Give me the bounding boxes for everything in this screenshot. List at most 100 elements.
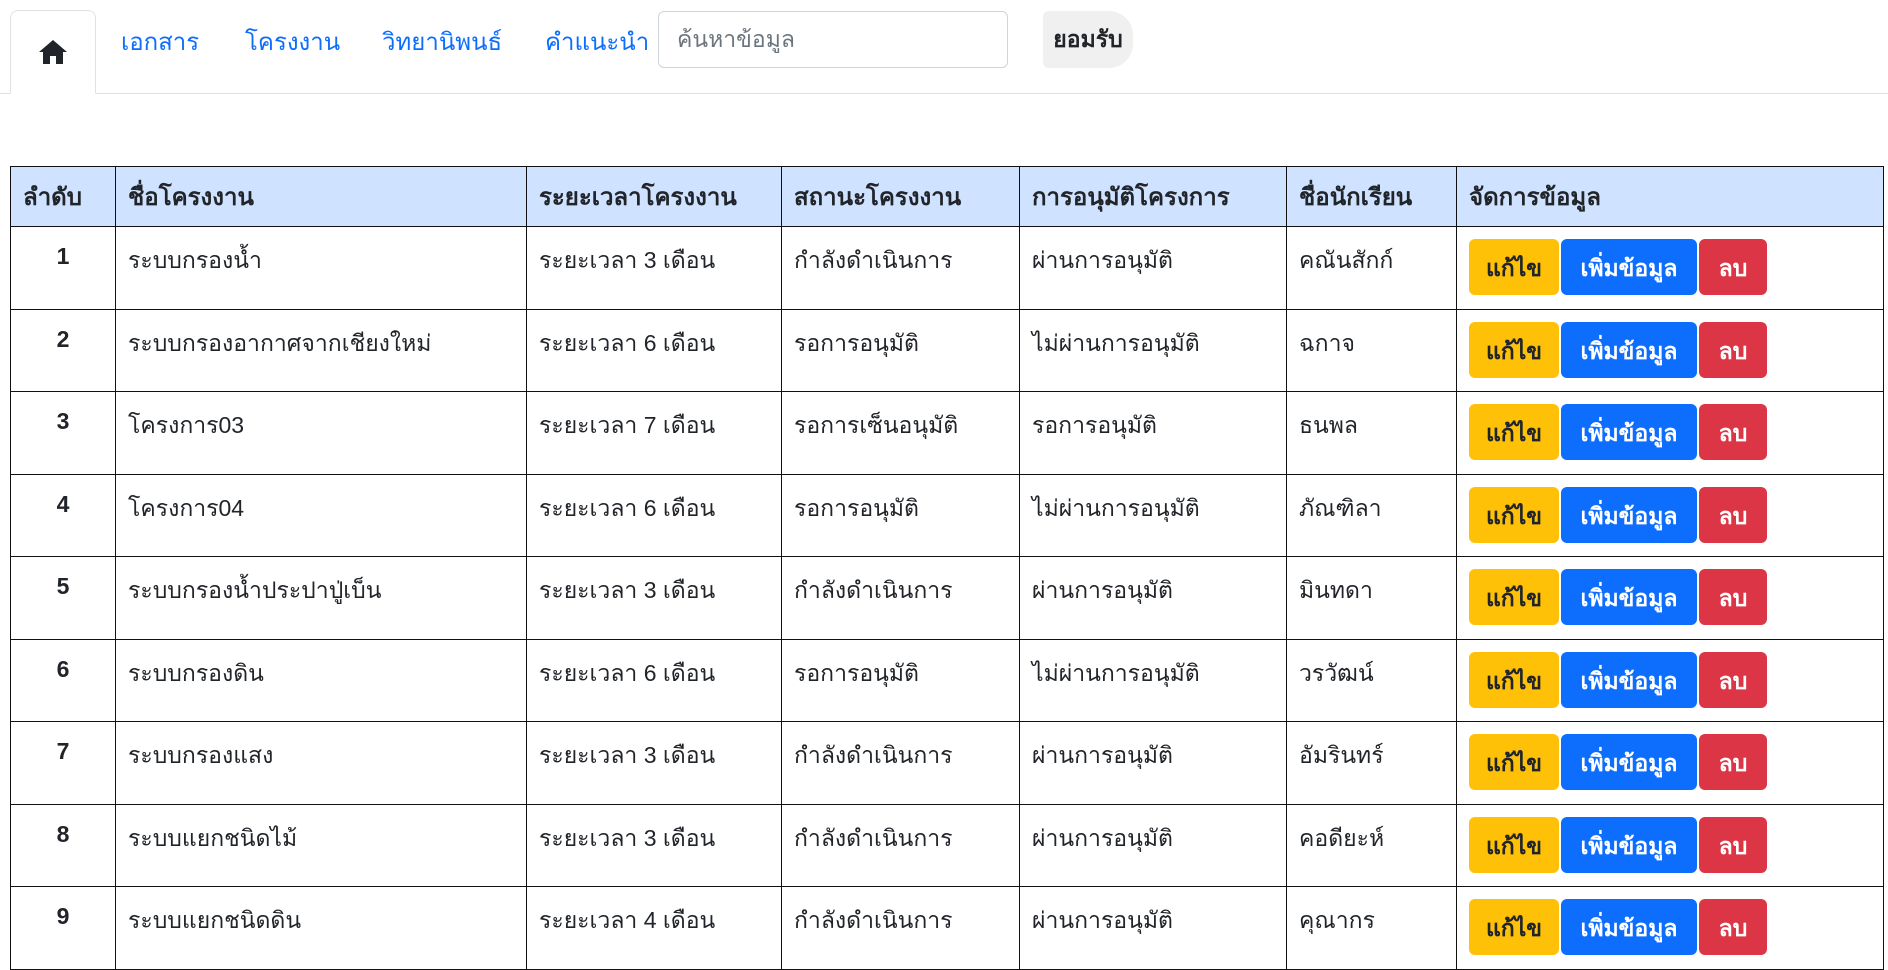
edit-button[interactable]: แก้ไข [1469, 651, 1559, 708]
edit-button[interactable]: แก้ไข [1469, 734, 1559, 790]
cell-status: กำลังดำเนินการ [781, 556, 1020, 640]
home-icon [39, 40, 67, 64]
delete-button[interactable]: ลบ [1699, 239, 1767, 295]
cell-duration: ระยะเวลา 3 เดือน [526, 803, 782, 887]
cell-approval: ผ่านการอนุมัติ [1019, 886, 1287, 970]
add-data-button[interactable]: เพิ่มข้อมูล [1561, 651, 1697, 708]
add-data-button[interactable]: เพิ่มข้อมูล [1561, 486, 1697, 543]
cell-student: มินทดา [1286, 556, 1457, 640]
add-data-button[interactable]: เพิ่มข้อมูล [1561, 734, 1697, 790]
add-data-button[interactable]: เพิ่มข้อมูล [1561, 321, 1697, 378]
accept-button[interactable]: ยอมรับ [1043, 11, 1133, 68]
cell-duration: ระยะเวลา 3 เดือน [526, 556, 782, 640]
search-input[interactable] [658, 11, 1008, 68]
cell-duration: ระยะเวลา 7 เดือน [526, 391, 782, 475]
edit-button[interactable]: แก้ไข [1469, 569, 1559, 625]
cell-project-name: ระบบกรองน้ำ [115, 226, 527, 310]
header-duration: ระยะเวลาโครงงาน [526, 166, 782, 227]
cell-duration: ระยะเวลา 3 เดือน [526, 226, 782, 310]
delete-button[interactable]: ลบ [1699, 569, 1767, 625]
delete-button[interactable]: ลบ [1699, 816, 1767, 873]
table-row: 5 ระบบกรองน้ำประปาปู่เบ็น ระยะเวลา 3 เดือน… [10, 556, 1884, 640]
cell-student: คณันสักก์ [1286, 226, 1457, 310]
cell-duration: ระยะเวลา 6 เดือน [526, 473, 782, 557]
delete-button[interactable]: ลบ [1699, 899, 1767, 955]
cell-actions: แก้ไข เพิ่มข้อมูล ลบ [1456, 226, 1884, 310]
table-row: 9 ระบบแยกชนิดดิน ระยะเวลา 4 เดือน กำลังดำเน… [10, 886, 1884, 970]
cell-status: รอการอนุมัติ [781, 308, 1020, 392]
cell-approval: ไม่ผ่านการอนุมัติ [1019, 308, 1287, 392]
cell-duration: ระยะเวลา 6 เดือน [526, 308, 782, 392]
cell-student: ธนพล [1286, 391, 1457, 475]
cell-duration: ระยะเวลา 3 เดือน [526, 721, 782, 805]
cell-duration: ระยะเวลา 6 เดือน [526, 638, 782, 722]
cell-no: 6 [10, 638, 116, 722]
delete-button[interactable]: ลบ [1699, 404, 1767, 460]
nav-link-documents[interactable]: เอกสาร [121, 26, 199, 60]
cell-approval: ผ่านการอนุมัติ [1019, 226, 1287, 310]
cell-status: กำลังดำเนินการ [781, 226, 1020, 310]
header-student: ชื่อนักเรียน [1286, 166, 1457, 227]
table-row: 8 ระบบแยกชนิดไม้ ระยะเวลา 3 เดือน กำลังดำเน… [10, 803, 1884, 887]
delete-button[interactable]: ลบ [1699, 321, 1767, 378]
cell-status: รอการเซ็นอนุมัติ [781, 391, 1020, 475]
edit-button[interactable]: แก้ไข [1469, 321, 1559, 378]
table-row: 3 โครงการ03 ระยะเวลา 7 เดือน รอการเซ็นอนุมั… [10, 391, 1884, 475]
cell-student: คุณากร [1286, 886, 1457, 970]
cell-status: กำลังดำเนินการ [781, 803, 1020, 887]
cell-no: 5 [10, 556, 116, 640]
edit-button[interactable]: แก้ไข [1469, 899, 1559, 955]
table-row: 7 ระบบกรองแสง ระยะเวลา 3 เดือน กำลังดำเนินก… [10, 721, 1884, 805]
edit-button[interactable]: แก้ไข [1469, 239, 1559, 295]
cell-approval: ผ่านการอนุมัติ [1019, 721, 1287, 805]
table-row: 4 โครงการ04 ระยะเวลา 6 เดือน รอการอนุมัติ ไม… [10, 473, 1884, 557]
cell-approval: ไม่ผ่านการอนุมัติ [1019, 638, 1287, 722]
table-header-row: ลำดับ ชื่อโครงงาน ระยะเวลาโครงงาน สถานะโ… [10, 166, 1884, 227]
cell-student: ฉกาจ [1286, 308, 1457, 392]
cell-actions: แก้ไข เพิ่มข้อมูล ลบ [1456, 308, 1884, 392]
table-body: 1 ระบบกรองน้ำ ระยะเวลา 3 เดือน กำลังดำเนินก… [10, 226, 1884, 970]
cell-approval: ผ่านการอนุมัติ [1019, 556, 1287, 640]
cell-no: 4 [10, 473, 116, 557]
nav-link-projects[interactable]: โครงงาน [245, 26, 340, 60]
add-data-button[interactable]: เพิ่มข้อมูล [1561, 816, 1697, 873]
cell-project-name: ระบบกรองดิน [115, 638, 527, 722]
cell-project-name: ระบบกรองอากาศจากเชียงใหม่ [115, 308, 527, 392]
header-no: ลำดับ [10, 166, 116, 227]
cell-no: 9 [10, 886, 116, 970]
cell-actions: แก้ไข เพิ่มข้อมูล ลบ [1456, 473, 1884, 557]
cell-status: รอการอนุมัติ [781, 473, 1020, 557]
header-project-name: ชื่อโครงงาน [115, 166, 527, 227]
header-status: สถานะโครงงาน [781, 166, 1020, 227]
delete-button[interactable]: ลบ [1699, 651, 1767, 708]
nav-home-tab[interactable] [10, 10, 96, 94]
header-approval: การอนุมัติโครงการ [1019, 166, 1287, 227]
nav-link-thesis[interactable]: วิทยานิพนธ์ [382, 26, 502, 60]
cell-no: 3 [10, 391, 116, 475]
cell-status: กำลังดำเนินการ [781, 886, 1020, 970]
edit-button[interactable]: แก้ไข [1469, 816, 1559, 873]
cell-student: คอดียะห์ [1286, 803, 1457, 887]
add-data-button[interactable]: เพิ่มข้อมูล [1561, 899, 1697, 955]
cell-student: ภัณฑิลา [1286, 473, 1457, 557]
nav-link-advice[interactable]: คำแนะนำ [545, 26, 649, 60]
cell-actions: แก้ไข เพิ่มข้อมูล ลบ [1456, 638, 1884, 722]
cell-approval: ไม่ผ่านการอนุมัติ [1019, 473, 1287, 557]
cell-student: วรวัฒน์ [1286, 638, 1457, 722]
add-data-button[interactable]: เพิ่มข้อมูล [1561, 404, 1697, 460]
cell-actions: แก้ไข เพิ่มข้อมูล ลบ [1456, 886, 1884, 970]
cell-project-name: ระบบแยกชนิดดิน [115, 886, 527, 970]
cell-no: 2 [10, 308, 116, 392]
add-data-button[interactable]: เพิ่มข้อมูล [1561, 239, 1697, 295]
cell-project-name: โครงการ04 [115, 473, 527, 557]
delete-button[interactable]: ลบ [1699, 734, 1767, 790]
add-data-button[interactable]: เพิ่มข้อมูล [1561, 569, 1697, 625]
edit-button[interactable]: แก้ไข [1469, 404, 1559, 460]
cell-project-name: ระบบแยกชนิดไม้ [115, 803, 527, 887]
cell-no: 8 [10, 803, 116, 887]
header-actions: จัดการข้อมูล [1456, 166, 1884, 227]
cell-status: รอการอนุมัติ [781, 638, 1020, 722]
delete-button[interactable]: ลบ [1699, 486, 1767, 543]
edit-button[interactable]: แก้ไข [1469, 486, 1559, 543]
cell-actions: แก้ไข เพิ่มข้อมูล ลบ [1456, 721, 1884, 805]
